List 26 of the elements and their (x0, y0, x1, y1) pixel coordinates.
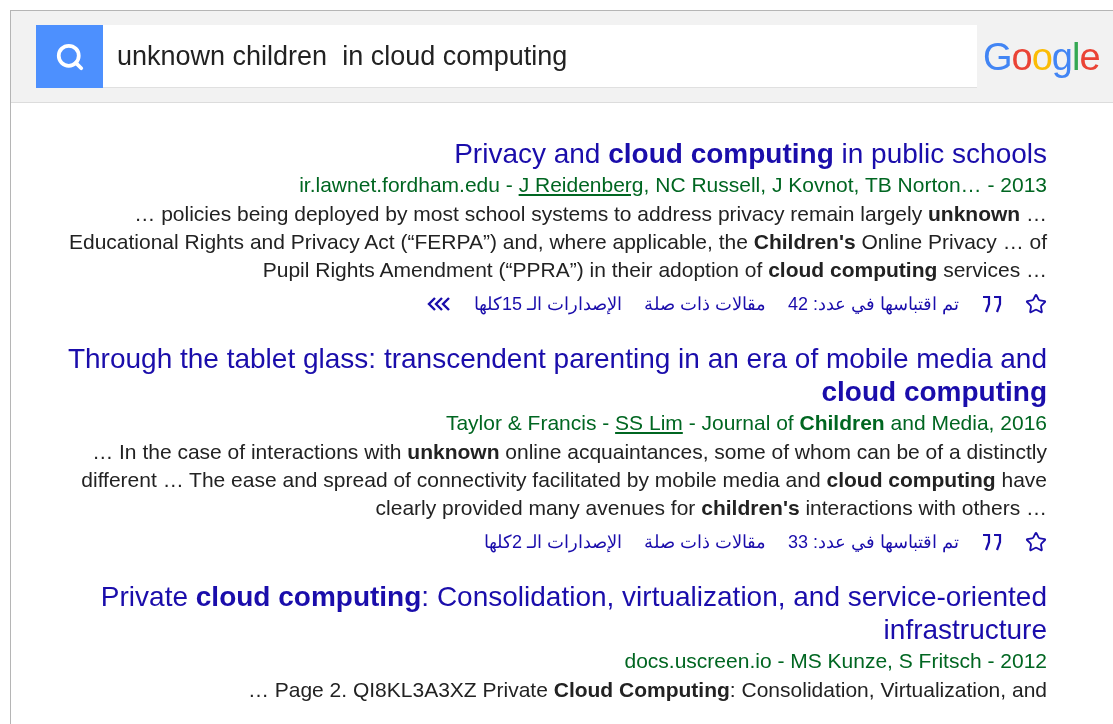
google-logo: Google (983, 37, 1100, 76)
star-icon[interactable] (1025, 293, 1047, 315)
result-snippet: … In the case of interactions with unknown online acquaintances, some of whom can be of a distinctly different … The ease and spread of connectivity facilitated by mobile media and cloud computing have clearly provided many avenues for children's interactions with others … (80, 439, 1047, 521)
related-articles-link[interactable]: مقالات ذات صلة (643, 530, 766, 554)
star-icon[interactable] (1025, 531, 1047, 553)
search-icon (54, 41, 85, 72)
quote-icon[interactable] (981, 533, 1003, 551)
cited-by-link[interactable]: تم اقتباسها في عدد: 33 (787, 530, 959, 554)
search-button[interactable] (36, 25, 103, 88)
author-link[interactable]: SS Lim (615, 411, 683, 434)
all-versions-link[interactable]: الإصدارات الـ 2كلها (483, 530, 622, 554)
result-snippet: … policies being deployed by most school systems to address privacy remain largely unknown … Educational Rights and Privacy Act (“FERPA”) and, where applicable, the Children's Online Privacy … of Pupil Rights Amendment (“PPRA”) in their adoption of cloud computing services … (67, 201, 1047, 283)
all-versions-link[interactable]: الإصدارات الـ 15كلها (473, 292, 622, 316)
related-articles-link[interactable]: مقالات ذات صلة (643, 292, 766, 316)
result-title-link[interactable]: Privacy and cloud computing in public schools (454, 137, 1047, 170)
result-meta: Taylor & Francis - SS Lim - Journal of Children and Media, 2016 (445, 410, 1047, 436)
search-field[interactable]: unknown children in cloud computing (103, 25, 977, 88)
quote-icon[interactable] (981, 295, 1003, 313)
result-snippet: … Page 2. QI8KL3A3XZ Private Cloud Computing: Consolidation, Virtualization, and (247, 677, 1047, 703)
author-link[interactable]: J Reidenberg (518, 173, 644, 196)
result-meta: docs.uscreen.io - MS Kunze, S Fritsch - 2012 (624, 648, 1047, 674)
double-chevron-icon[interactable] (425, 296, 452, 312)
result-meta: ir.lawnet.fordham.edu - J Reidenberg, NC Russell, J Kovnot, TB Norton… - 2013 (299, 172, 1047, 198)
result-title-link[interactable]: Through the tablet glass: transcendent parenting in an era of mobile media and cloud computing (21, 342, 1047, 408)
result-title-link[interactable]: Private cloud computing: Consolidation, virtualization, and service-oriented infrastructure (21, 580, 1047, 646)
cited-by-link[interactable]: تم اقتباسها في عدد: 42 (787, 292, 959, 316)
